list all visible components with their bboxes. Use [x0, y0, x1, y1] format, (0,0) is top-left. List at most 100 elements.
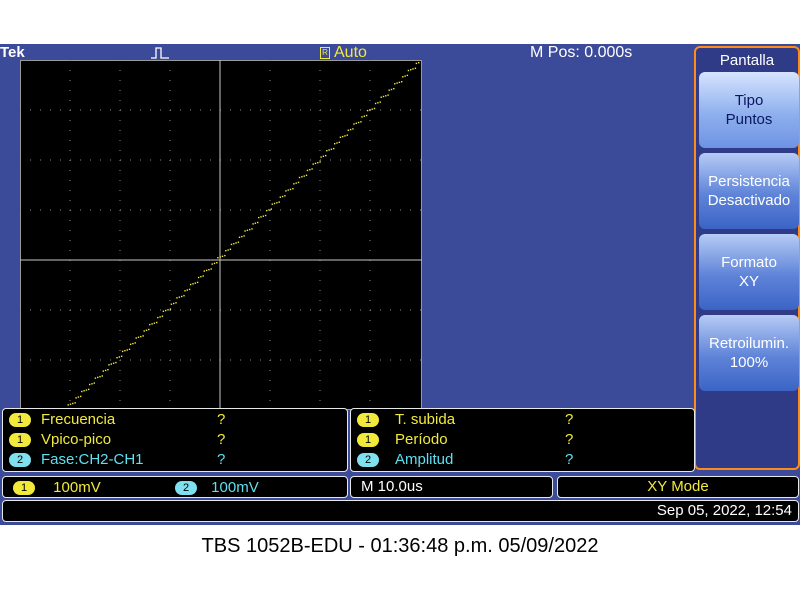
trace-point — [412, 68, 414, 70]
trace-point — [398, 81, 401, 84]
trace-point — [169, 308, 172, 310]
trace-point — [297, 181, 300, 184]
trace-point — [148, 328, 150, 331]
trace-point — [162, 310, 165, 312]
ch1-badge: 1 — [13, 481, 35, 495]
trace-point — [380, 96, 382, 98]
trace-point — [241, 235, 243, 238]
trace-point — [382, 95, 385, 98]
datetime-readout: Sep 05, 2022, 12:54 — [656, 502, 792, 519]
trace-point — [69, 403, 72, 405]
trace-point — [208, 269, 210, 271]
trace-point — [404, 75, 406, 77]
trace-point — [338, 141, 340, 143]
measurement-row-amplitud: 2 Amplitud ? — [357, 450, 687, 470]
trace-point — [167, 309, 169, 311]
trace-point — [210, 268, 212, 270]
trace-point — [377, 102, 379, 104]
trace-point — [229, 248, 232, 250]
trace-point — [295, 182, 297, 184]
trace-point — [401, 81, 403, 83]
trace-point — [225, 250, 227, 252]
trace-point — [116, 357, 118, 359]
menu-button-retroiluminacion[interactable]: Retroilumin. 100% — [699, 315, 799, 391]
trace-point — [278, 201, 280, 203]
channel-scale-bar: 1 100mV 2 100mV — [2, 476, 348, 498]
trace-point — [334, 143, 336, 145]
trace-point — [352, 128, 354, 130]
menu-button-persistencia-line2: Desactivado — [707, 192, 791, 209]
trace-point — [369, 109, 371, 111]
trace-point — [312, 163, 314, 165]
trace-point — [410, 69, 412, 71]
trace-point — [188, 288, 191, 291]
trace-point — [293, 183, 295, 185]
trace-point — [91, 383, 93, 385]
trace-point — [110, 363, 112, 365]
trace-point — [390, 88, 393, 91]
ch1-badge: 1 — [357, 433, 379, 447]
trace-point — [360, 121, 362, 123]
trace-point — [233, 243, 235, 245]
trace-point — [326, 150, 328, 152]
trace-point — [75, 397, 77, 399]
ch2-badge: 2 — [175, 481, 197, 495]
run-status-icon: R — [320, 47, 330, 59]
trace-point — [129, 343, 132, 345]
trace-point — [118, 356, 120, 358]
trace-point — [217, 257, 219, 259]
trace-point — [183, 295, 185, 297]
ch1-badge: 1 — [357, 413, 379, 427]
trace-point — [186, 289, 188, 291]
trace-point — [322, 155, 325, 157]
trace-point — [149, 323, 151, 326]
trace-point — [394, 83, 396, 85]
trace-point — [339, 136, 342, 138]
trace-point — [205, 269, 208, 272]
trace-point — [74, 402, 76, 404]
trace-point — [314, 162, 317, 165]
trace-point — [194, 282, 196, 284]
measurement-row-periodo: 1 Período ? — [357, 430, 687, 450]
ch2-badge: 2 — [9, 453, 31, 467]
trace-point — [303, 175, 305, 177]
trace-point — [99, 376, 101, 378]
trace-point — [365, 114, 368, 117]
measurement-value: ? — [217, 451, 226, 468]
menu-button-persistencia-line1: Persistencia — [708, 173, 790, 190]
trace-point — [85, 389, 88, 391]
trace-point — [175, 302, 177, 304]
measurement-name: T. subida — [395, 411, 456, 428]
trace-point — [407, 69, 410, 72]
trace-point — [260, 216, 262, 218]
menu-button-tipo[interactable]: Tipo Puntos — [699, 72, 799, 148]
ch1-scale-group: 1 100mV — [13, 479, 101, 496]
measurement-value: ? — [565, 411, 574, 428]
trace-point — [418, 62, 420, 64]
trace-point — [200, 276, 202, 278]
trace-point — [379, 101, 381, 103]
trace-point — [371, 108, 373, 110]
measurement-name: Frecuencia — [41, 411, 116, 428]
trace-point — [306, 169, 309, 172]
trace-point — [157, 316, 159, 319]
trace-point — [181, 295, 183, 298]
trace-point — [140, 335, 142, 338]
trace-point — [112, 362, 115, 364]
trace-point — [238, 236, 241, 238]
measurement-value: ? — [565, 431, 574, 448]
datetime-bar: Sep 05, 2022, 12:54 — [2, 500, 799, 522]
trace-point — [102, 370, 104, 372]
menu-button-formato[interactable]: Formato XY — [699, 234, 799, 310]
trace-point — [132, 342, 134, 345]
trace-point — [67, 404, 69, 406]
xy-mode-box: XY Mode — [557, 476, 799, 498]
trace-point — [107, 369, 109, 371]
menu-button-persistencia[interactable]: Persistencia Desactivado — [699, 153, 799, 229]
trace-point — [257, 221, 259, 224]
trace-point — [134, 342, 136, 344]
trace-point — [292, 188, 294, 190]
trace-point — [252, 223, 254, 225]
trace-point — [159, 316, 161, 318]
trace-point — [235, 242, 237, 244]
